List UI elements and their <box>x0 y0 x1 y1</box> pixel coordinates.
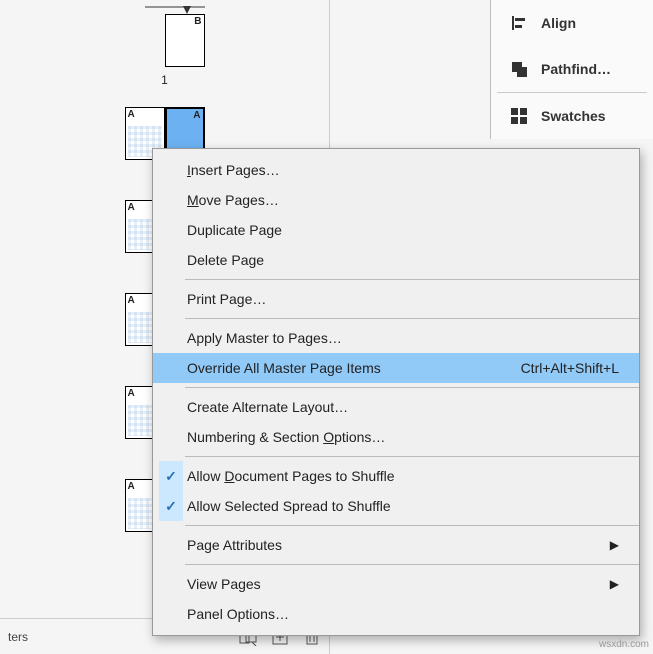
menu-panel-options-label: Panel Options… <box>187 606 289 622</box>
master-label: A <box>128 481 135 492</box>
menu-numbering-section-options[interactable]: Numbering & Section Options… <box>153 422 639 452</box>
menu-delete-page[interactable]: Delete Page <box>153 245 639 275</box>
menu-create-alternate-label: Create Alternate Layout… <box>187 399 348 415</box>
menu-separator <box>185 279 639 280</box>
menu-insert-pages-label: Insert Pages… <box>187 162 280 178</box>
menu-page-attributes-label: Page Attributes <box>187 537 282 553</box>
pathfinder-icon <box>509 59 529 79</box>
menu-view-pages-label: View Pages <box>187 576 261 592</box>
menu-view-pages[interactable]: View Pages ▶ <box>153 569 639 599</box>
right-panels: Align Pathfind… Swatches <box>490 0 653 139</box>
menu-override-all-label: Override All Master Page Items <box>187 360 381 376</box>
submenu-arrow-icon: ▶ <box>610 538 619 552</box>
master-label: A <box>193 110 200 121</box>
check-icon: ✓ <box>159 461 183 491</box>
menu-insert-pages[interactable]: Insert Pages… <box>153 155 639 185</box>
spread[interactable]: B <box>125 14 205 67</box>
menu-numbering-section-label: Numbering & Section Options… <box>187 429 385 445</box>
menu-allow-document-pages-to-shuffle[interactable]: ✓ Allow Document Pages to Shuffle <box>153 461 639 491</box>
panel-pathfinder[interactable]: Pathfind… <box>491 46 653 92</box>
menu-move-pages-label: Move Pages… <box>187 192 279 208</box>
menu-override-all-master-page-items[interactable]: Override All Master Page Items Ctrl+Alt+… <box>153 353 639 383</box>
menu-print-page-label: Print Page… <box>187 291 266 307</box>
menu-duplicate-page-label: Duplicate Page <box>187 222 282 238</box>
page-thumb[interactable]: B <box>165 14 205 67</box>
master-label: A <box>128 202 135 213</box>
pages-footer-text: ters <box>8 630 28 644</box>
panel-swatches[interactable]: Swatches <box>491 93 653 139</box>
check-icon: ✓ <box>159 491 183 521</box>
menu-delete-page-label: Delete Page <box>187 252 264 268</box>
menu-separator <box>185 318 639 319</box>
master-label: A <box>128 388 135 399</box>
spread-label: 1 <box>161 73 168 87</box>
menu-separator <box>185 387 639 388</box>
master-label: A <box>128 109 135 120</box>
menu-create-alternate-layout[interactable]: Create Alternate Layout… <box>153 392 639 422</box>
master-label: A <box>128 295 135 306</box>
menu-apply-master-label: Apply Master to Pages… <box>187 330 342 346</box>
menu-apply-master[interactable]: Apply Master to Pages… <box>153 323 639 353</box>
watermark: wsxdn.com <box>599 639 649 650</box>
panel-swatches-label: Swatches <box>541 108 606 124</box>
swatches-icon <box>509 106 529 126</box>
menu-allow-doc-shuffle-label: Allow Document Pages to Shuffle <box>187 468 395 484</box>
menu-allow-sel-shuffle-label: Allow Selected Spread to Shuffle <box>187 498 391 514</box>
menu-separator <box>185 525 639 526</box>
menu-separator <box>185 456 639 457</box>
current-page-marker <box>125 6 205 14</box>
menu-override-all-shortcut: Ctrl+Alt+Shift+L <box>521 360 619 376</box>
menu-panel-options[interactable]: Panel Options… <box>153 599 639 629</box>
master-label: B <box>194 16 201 27</box>
context-menu: Insert Pages… Move Pages… Duplicate Page… <box>152 148 640 636</box>
align-icon <box>509 13 529 33</box>
panel-align-label: Align <box>541 15 576 31</box>
spread-row: B1 <box>0 6 329 87</box>
panel-pathfinder-label: Pathfind… <box>541 61 611 77</box>
menu-page-attributes[interactable]: Page Attributes ▶ <box>153 530 639 560</box>
menu-separator <box>185 564 639 565</box>
menu-allow-selected-spread-to-shuffle[interactable]: ✓ Allow Selected Spread to Shuffle <box>153 491 639 521</box>
menu-print-page[interactable]: Print Page… <box>153 284 639 314</box>
menu-move-pages[interactable]: Move Pages… <box>153 185 639 215</box>
panel-align[interactable]: Align <box>491 0 653 46</box>
submenu-arrow-icon: ▶ <box>610 577 619 591</box>
menu-duplicate-page[interactable]: Duplicate Page <box>153 215 639 245</box>
